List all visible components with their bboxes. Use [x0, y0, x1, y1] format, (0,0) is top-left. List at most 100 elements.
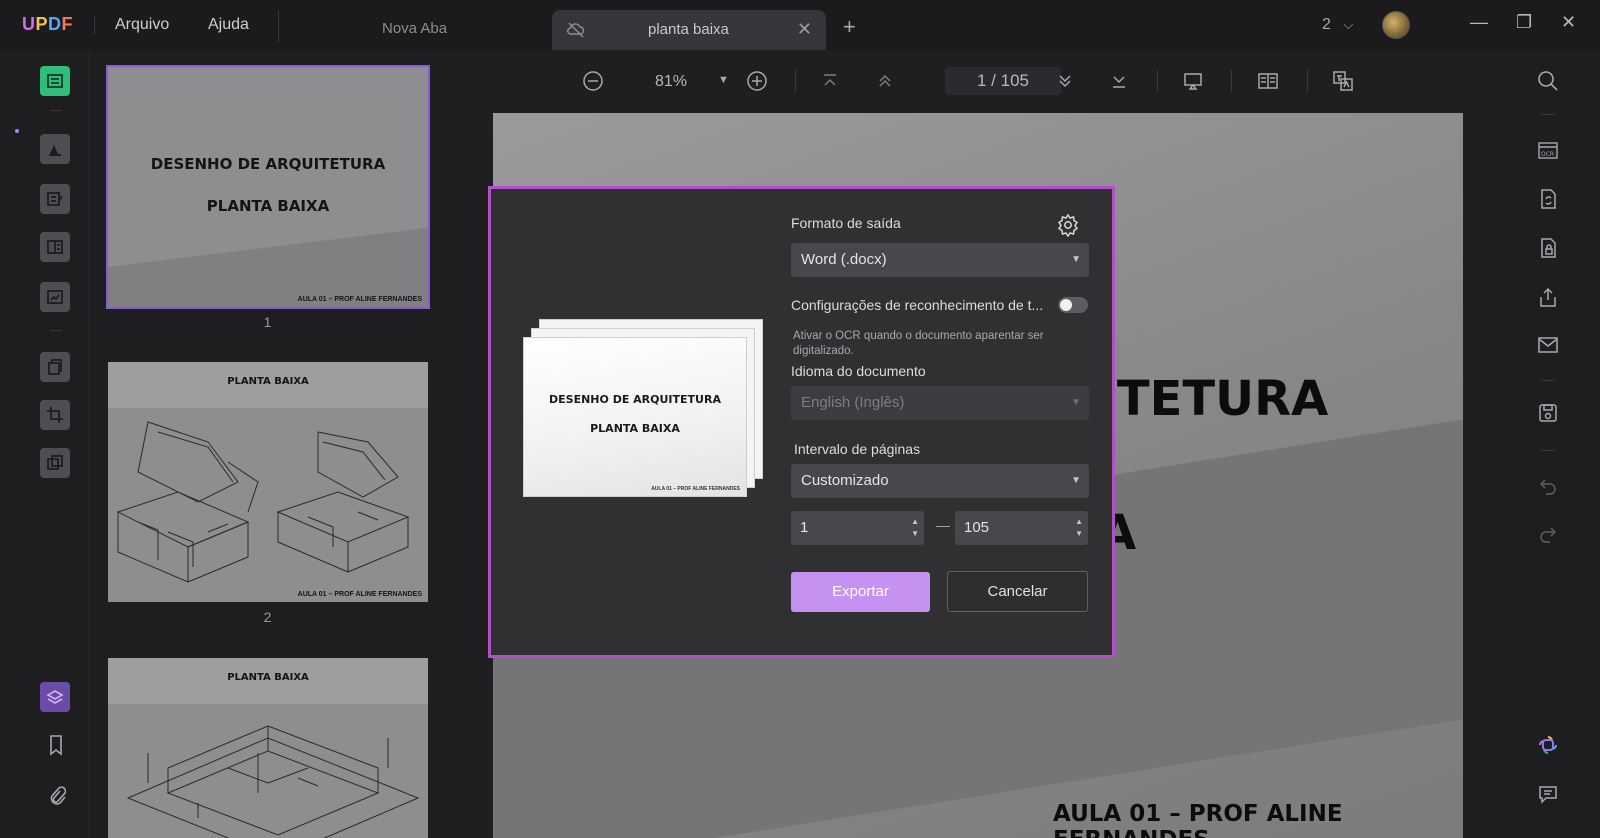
document-language-select: English (Inglês) ▼: [791, 386, 1089, 420]
divider: [1541, 114, 1555, 115]
thumbnail-number: 2: [263, 609, 272, 625]
document-language-label: Idioma do documento: [791, 363, 926, 379]
document-preview: DESENHO DE ARQUITETURA PLANTA BAIXA AULA…: [523, 317, 763, 502]
divider: [50, 110, 62, 111]
chevron-down-icon: ▼: [1071, 397, 1081, 408]
export-button[interactable]: Exportar: [791, 572, 930, 612]
sign-tool-icon[interactable]: [40, 282, 70, 312]
cloud-off-icon: [567, 22, 585, 38]
attachment-icon[interactable]: [46, 784, 66, 806]
floorplan-drawing: [126, 725, 420, 838]
cancel-button[interactable]: Cancelar: [947, 571, 1088, 612]
divider: [1541, 450, 1555, 451]
thumb-title: DESENHO DE ARQUITETURA: [150, 155, 386, 173]
convert-icon[interactable]: [1537, 188, 1559, 210]
minimize-button[interactable]: —: [1470, 12, 1488, 33]
divider: [1157, 70, 1158, 92]
export-dialog: DESENHO DE ARQUITETURA PLANTA BAIXA AULA…: [488, 186, 1115, 658]
add-tab-button[interactable]: +: [843, 14, 856, 40]
edit-tool-icon[interactable]: [40, 184, 70, 214]
view-toolbar: 81% ▼ 1 / 105: [445, 50, 1505, 110]
bookmark-icon[interactable]: [46, 734, 66, 756]
close-window-button[interactable]: ✕: [1561, 12, 1576, 33]
share-icon[interactable]: [1537, 286, 1559, 308]
window-count-dropdown[interactable]: 2 ⌵: [1322, 16, 1353, 34]
divider: [1307, 70, 1308, 92]
app-logo: UPDF: [22, 14, 74, 34]
right-tool-rail: OCR: [1505, 50, 1600, 838]
svg-text:OCR: OCR: [1541, 151, 1554, 158]
stepper-arrows-icon[interactable]: ▲ ▼: [911, 516, 919, 540]
present-icon[interactable]: [1182, 70, 1204, 92]
toggle-knob: [1060, 299, 1072, 311]
zoom-out-icon[interactable]: [582, 70, 604, 92]
ocr-settings-label: Configurações de reconhecimento de t...: [791, 297, 1044, 313]
stepper-arrows-icon[interactable]: ▲ ▼: [1075, 516, 1083, 540]
thumb-footer: AULA 01 – PROF ALINE FERNANDES: [297, 591, 422, 598]
tab-close-icon[interactable]: ✕: [797, 19, 812, 40]
organize-pages-icon[interactable]: [40, 352, 70, 382]
thumbnail-panel: DESENHO DE ARQUITETURA PLANTA BAIXA AULA…: [90, 50, 445, 838]
ai-assistant-icon[interactable]: [1537, 734, 1559, 756]
undo-icon[interactable]: [1537, 474, 1559, 496]
page-range-value: Customizado: [801, 472, 889, 489]
divider: [50, 330, 62, 331]
menu-ajuda[interactable]: Ajuda: [208, 16, 249, 34]
next-page-icon[interactable]: [1054, 70, 1076, 92]
ocr-icon[interactable]: OCR: [1537, 139, 1559, 161]
tab-nova-aba[interactable]: Nova Aba: [382, 20, 447, 37]
redo-icon[interactable]: [1537, 522, 1559, 544]
page-range-select[interactable]: Customizado ▼: [791, 464, 1089, 498]
email-icon[interactable]: [1537, 334, 1559, 356]
output-format-select[interactable]: Word (.docx) ▼: [791, 243, 1089, 277]
previous-page-icon[interactable]: [874, 70, 896, 92]
zoom-dropdown-icon[interactable]: ▼: [718, 74, 729, 86]
thumbnail-page-3[interactable]: PLANTA BAIXA: [108, 658, 428, 838]
preview-subtitle: PLANTA BAIXA: [590, 422, 680, 435]
left-tool-rail: [15, 50, 90, 838]
range-to-input[interactable]: 105 ▲ ▼: [955, 511, 1088, 545]
range-from-input[interactable]: 1 ▲ ▼: [791, 511, 924, 545]
floorplan-drawing: [116, 421, 410, 583]
batch-icon[interactable]: [40, 448, 70, 478]
page-number-input[interactable]: 1 / 105: [945, 67, 1061, 95]
form-tool-icon[interactable]: [40, 232, 70, 262]
menu-arquivo[interactable]: Arquivo: [115, 16, 169, 34]
ocr-toggle[interactable]: [1058, 297, 1088, 313]
save-icon[interactable]: [1537, 402, 1559, 424]
layers-icon[interactable]: [40, 682, 70, 712]
avatar[interactable]: [1382, 11, 1410, 39]
divider: [795, 70, 796, 92]
protect-icon[interactable]: [1537, 237, 1559, 259]
thumb-footer: AULA 01 – PROF ALINE FERNANDES: [297, 296, 422, 303]
gear-icon[interactable]: [1056, 213, 1080, 237]
last-page-icon[interactable]: [1108, 70, 1130, 92]
range-to-value: 105: [964, 519, 990, 536]
thumbnail-page-2[interactable]: PLANTA BAIXA AULA 01 – PROF ALINE FERNAN…: [108, 362, 428, 602]
zoom-level[interactable]: 81%: [655, 73, 687, 91]
highlight-tool-icon[interactable]: [40, 134, 70, 164]
page-range-label: Intervalo de páginas: [794, 441, 921, 457]
document-language-value: English (Inglês): [801, 394, 905, 411]
tab-planta-baixa[interactable]: planta baixa ✕: [552, 10, 826, 50]
page-footer: AULA 01 – PROF ALINE FERNANDES: [1053, 801, 1343, 838]
chevron-down-icon: ⌵: [1343, 17, 1354, 32]
preview-footer: AULA 01 – PROF ALINE FERNANDES: [651, 486, 740, 492]
restore-button[interactable]: ❐: [1516, 12, 1532, 33]
reader-tool-icon[interactable]: [40, 66, 70, 96]
tab-label: planta baixa: [648, 21, 729, 38]
comment-icon[interactable]: [1537, 783, 1559, 805]
page-title-fragment: ITETURA: [1099, 371, 1329, 427]
translate-icon[interactable]: [1332, 70, 1354, 92]
crop-icon[interactable]: [40, 400, 70, 430]
thumb-shape: [108, 225, 428, 307]
search-icon[interactable]: [1537, 70, 1559, 92]
output-format-label: Formato de saída: [791, 215, 901, 231]
thumbnail-page-1[interactable]: DESENHO DE ARQUITETURA PLANTA BAIXA AULA…: [106, 65, 430, 309]
zoom-in-icon[interactable]: [746, 70, 768, 92]
preview-title: DESENHO DE ARQUITETURA: [549, 393, 721, 406]
first-page-icon[interactable]: [819, 70, 841, 92]
range-from-value: 1: [800, 519, 809, 536]
page-layout-icon[interactable]: [1257, 70, 1279, 92]
range-separator: —: [936, 517, 950, 533]
